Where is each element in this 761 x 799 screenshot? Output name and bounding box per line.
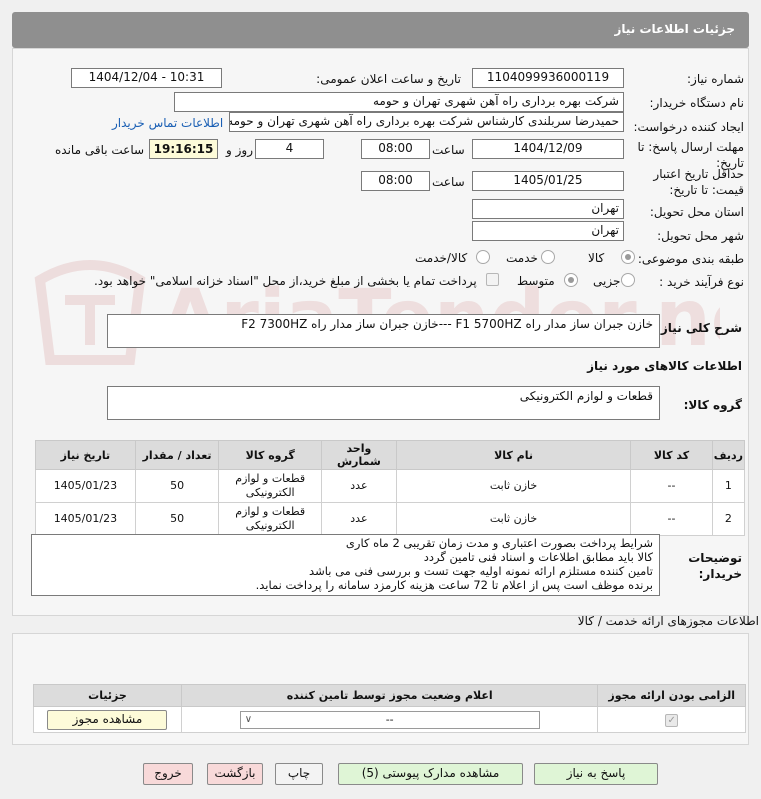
cell-unit: عدد <box>321 502 397 536</box>
print-button[interactable]: چاپ <box>275 763 323 785</box>
cell-goods-group: قطعات و لوازم الکترونیکی <box>218 469 323 503</box>
creator-label: ایجاد کننده درخواست: <box>633 120 744 134</box>
remaining-time-label: ساعت باقی مانده <box>55 143 145 157</box>
cell-license-required: ✓ <box>597 706 746 733</box>
validity-time-field: 08:00 <box>361 171 430 191</box>
col-license-details: جزئیات <box>33 684 182 707</box>
license-section-title: اطلاعات مجوزهای ارائه خدمت / کالا <box>577 614 759 628</box>
category-label: طبقه بندی موضوعی: <box>637 252 744 266</box>
reply-button[interactable]: پاسخ به نیاز <box>534 763 658 785</box>
province-field: تهران <box>472 199 624 219</box>
col-unit: واحد شمارش <box>321 440 397 470</box>
summary-textarea: خازن جبران ساز مدار راه F1 5700HZ ---خاز… <box>107 314 660 348</box>
cell-goods-name: خازن ثابت <box>395 469 632 503</box>
category-option-goods-service: کالا/خدمت <box>415 251 468 265</box>
cell-row-number: 2 <box>711 502 746 536</box>
chevron-down-icon: ∨ <box>244 713 253 725</box>
license-table-header: الزامی بودن ارائه مجوز اعلام وضعیت مجوز … <box>33 684 746 707</box>
buyer-field: شرکت بهره برداری راه آهن شهری تهران و حو… <box>174 92 624 112</box>
goods-group-label: گروه کالا: <box>683 398 742 412</box>
col-license-status: اعلام وضعیت مجوز توسط تامین کننده <box>180 684 599 707</box>
cell-row-number: 1 <box>711 469 746 503</box>
treasury-checkbox[interactable] <box>486 273 499 286</box>
buyer-note-line: تامین کننده مستلزم ارائه نمونه اولیه جهت… <box>309 564 653 578</box>
buyer-note-line: کالا باید مطابق اطلاعات و اسناد فنی تامی… <box>423 550 653 564</box>
category-option-service: خدمت <box>506 251 538 265</box>
city-label: شهر محل تحویل: <box>657 229 744 243</box>
attachments-button[interactable]: مشاهده مدارک پیوستی (5) <box>338 763 523 785</box>
validity-time-label: ساعت <box>432 175 465 189</box>
license-status-value: -- <box>385 712 394 726</box>
table-row: 2 -- خازن ثابت عدد قطعات و لوازم الکترون… <box>35 502 746 536</box>
items-table: ردیف کد کالا نام کالا واحد شمارش گروه کا… <box>35 440 746 536</box>
buyer-note-line: برنده موظف است پس از اعلام تا 72 ساعت هز… <box>255 578 653 592</box>
process-option-minor: جزیی <box>593 274 621 288</box>
announce-date-label: تاریخ و ساعت اعلان عمومی: <box>316 72 461 86</box>
category-radio-service[interactable] <box>541 250 555 264</box>
days-remaining-field: 4 <box>255 139 324 159</box>
col-goods-name: نام کالا <box>395 440 632 470</box>
buyer-notes-label-line2: خریدار: <box>698 567 742 581</box>
buyer-notes-label-line1: توضیحات <box>688 551 742 565</box>
deadline-date-field: 1404/12/09 <box>472 139 624 159</box>
col-need-date: تاریخ نیاز <box>35 440 136 470</box>
col-row-number: ردیف <box>711 440 746 470</box>
cell-quantity: 50 <box>134 469 220 503</box>
col-license-required: الزامی بودن ارائه مجوز <box>597 684 746 707</box>
deadline-time-label: ساعت <box>432 143 465 157</box>
back-button[interactable]: بازگشت <box>207 763 263 785</box>
process-type-label: نوع فرآیند خرید : <box>659 275 744 289</box>
process-option-medium: متوسط <box>517 274 555 288</box>
validity-date-field: 1405/01/25 <box>472 171 624 191</box>
validity-label-line2: قیمت: تا تاریخ: <box>669 183 744 197</box>
cell-goods-name: خازن ثابت <box>395 502 632 536</box>
need-number-label: شماره نیاز: <box>687 72 744 86</box>
treasury-note: پرداخت تمام یا بخشی از مبلغ خرید،از محل … <box>94 274 477 288</box>
category-radio-goods-service[interactable] <box>476 250 490 264</box>
deadline-label-line1: مهلت ارسال پاسخ: تا <box>637 140 744 154</box>
buyer-note-line: شرایط پرداخت بصورت اعتباری و مدت زمان تق… <box>345 536 653 550</box>
goods-group-textarea: قطعات و لوازم الکترونیکی <box>107 386 660 420</box>
process-radio-minor[interactable] <box>621 273 635 287</box>
items-table-header: ردیف کد کالا نام کالا واحد شمارش گروه کا… <box>35 440 746 470</box>
cell-license-details: مشاهده مجوز <box>33 706 182 733</box>
cell-license-status: -- ∨ <box>180 706 599 733</box>
need-number-field: 1104099936000119 <box>472 68 624 88</box>
cell-goods-code: -- <box>630 469 713 503</box>
cell-goods-code: -- <box>630 502 713 536</box>
days-label: روز و <box>226 143 253 157</box>
cell-goods-group: قطعات و لوازم الکترونیکی <box>218 502 323 536</box>
city-field: تهران <box>472 221 624 241</box>
license-table: الزامی بودن ارائه مجوز اعلام وضعیت مجوز … <box>33 684 746 733</box>
announce-date-field: 1404/12/04 - 10:31 <box>71 68 222 88</box>
license-status-select[interactable]: -- ∨ <box>239 710 540 729</box>
process-radio-medium[interactable] <box>564 273 578 287</box>
goods-info-title: اطلاعات کالاهای مورد نیاز <box>587 359 742 373</box>
buyer-label: نام دستگاه خریدار: <box>649 96 745 110</box>
deadline-time-field: 08:00 <box>361 139 430 159</box>
remaining-time-timer: 19:16:15 <box>149 139 218 159</box>
cell-need-date: 1405/01/23 <box>35 469 136 503</box>
province-label: استان محل تحویل: <box>649 205 744 219</box>
license-required-checkbox: ✓ <box>665 713 679 727</box>
table-row: 1 -- خازن ثابت عدد قطعات و لوازم الکترون… <box>35 469 746 503</box>
summary-label: شرح کلی نیاز: <box>656 321 742 335</box>
col-quantity: تعداد / مقدار <box>134 440 220 470</box>
page-header: جزئیات اطلاعات نیاز <box>12 12 749 48</box>
buyer-notes-textarea: شرایط پرداخت بصورت اعتباری و مدت زمان تق… <box>31 534 660 596</box>
view-license-button[interactable]: مشاهده مجوز <box>47 709 168 730</box>
exit-button[interactable]: خروج <box>143 763 193 785</box>
col-goods-group: گروه کالا <box>218 440 323 470</box>
table-row: ✓ -- ∨ مشاهده مجوز <box>33 706 746 733</box>
cell-unit: عدد <box>321 469 397 503</box>
creator-field: حمیدرضا سربلندی کارشناس شرکت بهره برداری… <box>229 112 624 132</box>
category-radio-goods[interactable] <box>621 250 635 264</box>
cell-need-date: 1405/01/23 <box>35 502 136 536</box>
validity-label-line1: حداقل تاریخ اعتبار <box>653 167 744 181</box>
cell-quantity: 50 <box>134 502 220 536</box>
category-option-goods: کالا <box>588 251 605 265</box>
page-title: جزئیات اطلاعات نیاز <box>614 22 735 36</box>
col-goods-code: کد کالا <box>630 440 713 470</box>
buyer-contact-link[interactable]: اطلاعات تماس خریدار <box>112 116 223 130</box>
